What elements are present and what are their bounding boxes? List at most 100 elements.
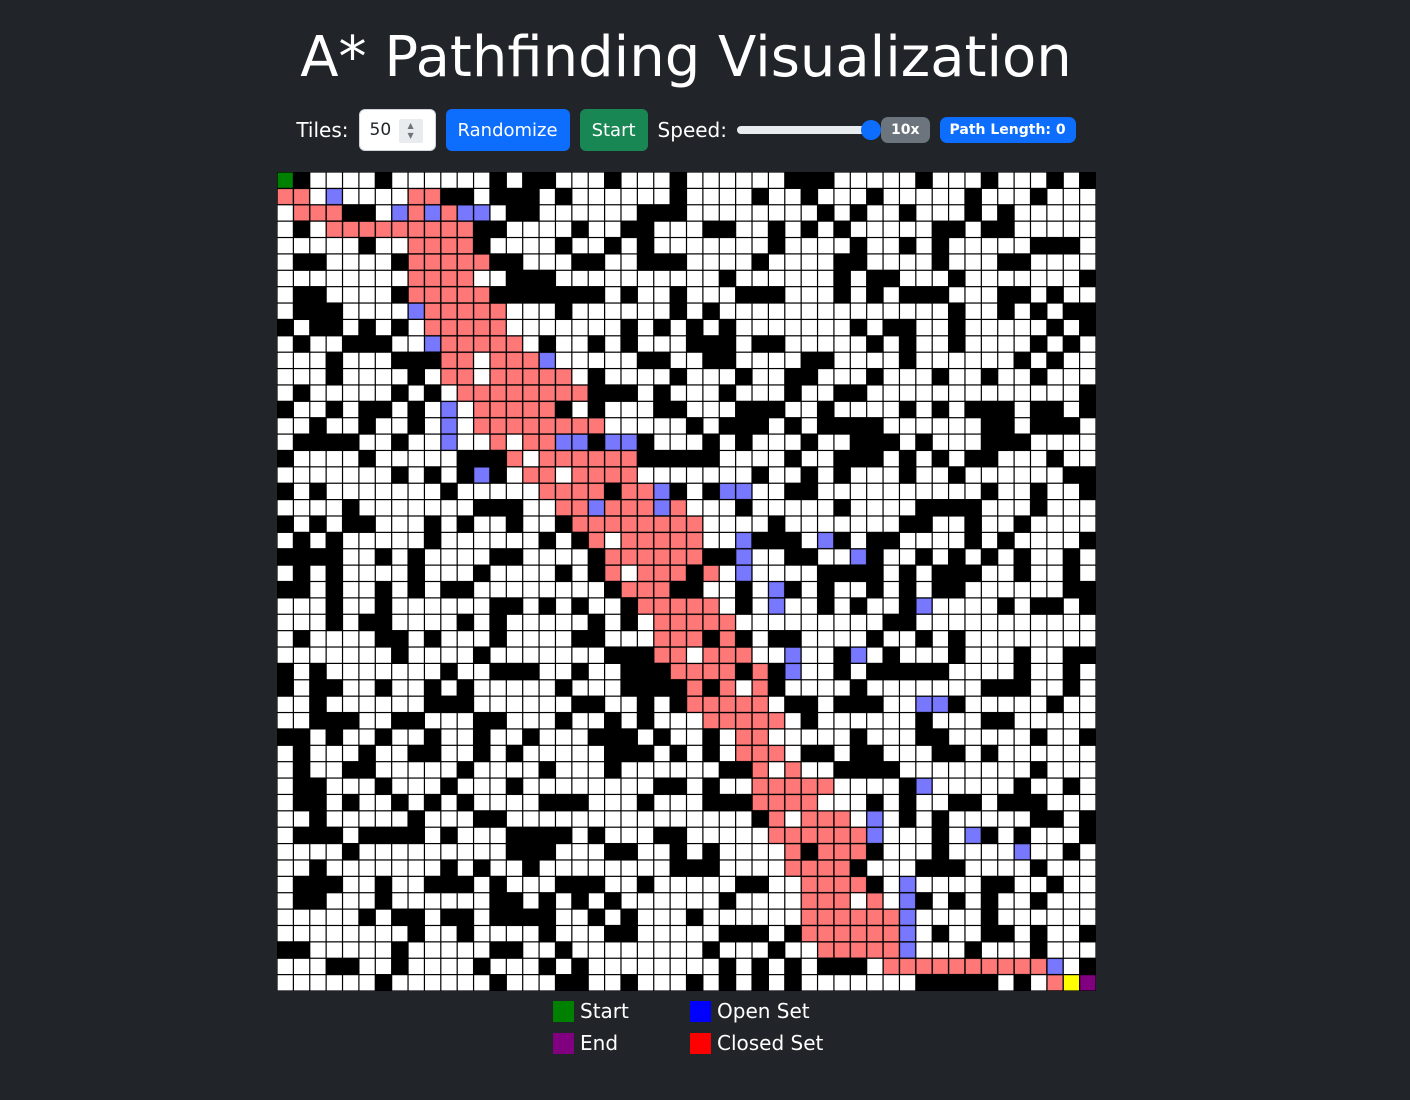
grid-cell-open[interactable] xyxy=(818,467,834,483)
grid-cell-open[interactable] xyxy=(850,795,867,811)
grid-cell-open[interactable] xyxy=(916,385,932,401)
grid-cell-open[interactable] xyxy=(408,483,424,499)
grid-cell-open[interactable] xyxy=(310,385,326,401)
grid-cell-closed[interactable] xyxy=(539,483,556,500)
grid-cell-open[interactable] xyxy=(719,172,736,188)
grid-cell-open[interactable] xyxy=(457,729,473,745)
grid-cell-open[interactable] xyxy=(900,385,916,401)
grid-cell-open[interactable] xyxy=(834,320,850,336)
grid-cell-open[interactable] xyxy=(998,909,1014,925)
grid-cell-open[interactable] xyxy=(1014,876,1030,893)
grid-cell-open[interactable] xyxy=(277,434,293,450)
grid-cell-open[interactable] xyxy=(867,614,883,631)
grid-cell-open[interactable] xyxy=(736,811,752,827)
grid-cell-open[interactable] xyxy=(883,811,899,827)
grid-cell-open[interactable] xyxy=(425,926,441,942)
grid-cell-open[interactable] xyxy=(1080,942,1096,958)
grid-cell-open[interactable] xyxy=(867,303,883,319)
grid-cell-open[interactable] xyxy=(883,844,899,860)
grid-cell-open[interactable] xyxy=(359,303,375,319)
grid-cell-open[interactable] xyxy=(343,860,359,876)
grid-cell-open[interactable] xyxy=(326,893,342,909)
grid-cell-open-set[interactable] xyxy=(735,549,752,565)
grid-cell-open[interactable] xyxy=(687,221,703,237)
grid-cell-open[interactable] xyxy=(621,254,637,270)
grid-cell-open[interactable] xyxy=(457,827,473,843)
grid-cell-open[interactable] xyxy=(949,352,965,368)
grid-cell-open[interactable] xyxy=(719,876,736,893)
grid-cell-open[interactable] xyxy=(932,598,948,614)
grid-cell-open[interactable] xyxy=(572,778,588,794)
grid-cell-open[interactable] xyxy=(1047,614,1063,631)
grid-cell-open[interactable] xyxy=(785,238,801,254)
grid-cell-closed[interactable] xyxy=(719,647,736,664)
grid-cell-open[interactable] xyxy=(736,238,752,254)
grid-cell-open[interactable] xyxy=(326,500,342,516)
grid-cell-closed[interactable] xyxy=(785,860,801,877)
grid-cell-open[interactable] xyxy=(441,926,457,942)
grid-cell-open[interactable] xyxy=(850,614,867,631)
grid-cell-open[interactable] xyxy=(981,598,998,614)
grid-cell-open[interactable] xyxy=(916,369,932,385)
grid-cell-open[interactable] xyxy=(670,893,686,909)
grid-cell-open[interactable] xyxy=(637,958,654,975)
grid-cell-open[interactable] xyxy=(687,778,703,794)
grid-cell-open[interactable] xyxy=(883,582,899,598)
grid-cell-open[interactable] xyxy=(1080,254,1096,270)
grid-cell-open[interactable] xyxy=(605,631,621,647)
grid-cell-open[interactable] xyxy=(719,860,736,876)
grid-cell-open[interactable] xyxy=(441,647,457,663)
grid-cell-open[interactable] xyxy=(326,909,342,925)
grid-cell-open[interactable] xyxy=(326,811,342,827)
grid-cell-open[interactable] xyxy=(277,221,293,237)
grid-cell-closed[interactable] xyxy=(916,958,932,975)
grid-cell-open-set[interactable] xyxy=(572,434,588,451)
grid-cell-open[interactable] xyxy=(965,614,981,631)
grid-cell-open[interactable] xyxy=(343,270,359,287)
grid-cell-open[interactable] xyxy=(981,320,998,336)
grid-cell-closed[interactable] xyxy=(834,942,851,958)
grid-cell-open[interactable] xyxy=(605,532,621,549)
grid-cell-open[interactable] xyxy=(687,795,703,811)
grid-cell-open[interactable] xyxy=(654,958,670,975)
grid-cell-open[interactable] xyxy=(1063,795,1080,811)
grid-cell-open[interactable] xyxy=(949,385,965,401)
grid-cell-open[interactable] xyxy=(670,221,686,237)
grid-cell-open[interactable] xyxy=(523,876,539,893)
grid-cell-open[interactable] xyxy=(1047,483,1063,499)
grid-cell-open[interactable] xyxy=(1014,631,1030,647)
grid-cell-open[interactable] xyxy=(392,762,408,778)
grid-cell-open[interactable] xyxy=(850,893,867,909)
grid-cell-open[interactable] xyxy=(998,844,1014,860)
grid-cell-open[interactable] xyxy=(425,614,441,631)
grid-cell-open[interactable] xyxy=(1080,680,1096,696)
grid-cell-closed[interactable] xyxy=(588,483,605,500)
grid-cell-closed[interactable] xyxy=(621,450,638,467)
grid-cell-open[interactable] xyxy=(687,385,703,401)
grid-cell-open-set[interactable] xyxy=(817,532,834,549)
grid-cell-open[interactable] xyxy=(1014,320,1030,336)
grid-cell-closed[interactable] xyxy=(899,958,916,975)
grid-cell-open[interactable] xyxy=(736,893,752,909)
grid-cell-open[interactable] xyxy=(736,320,752,336)
grid-cell-open[interactable] xyxy=(1063,876,1080,893)
grid-cell-open[interactable] xyxy=(457,860,473,876)
grid-cell-closed[interactable] xyxy=(457,286,474,303)
grid-cell-open[interactable] xyxy=(408,631,424,647)
grid-cell-open[interactable] xyxy=(605,303,621,319)
grid-cell-closed[interactable] xyxy=(785,794,801,811)
grid-cell-open[interactable] xyxy=(605,664,621,680)
grid-cell-closed[interactable] xyxy=(490,434,507,451)
grid-cell-open[interactable] xyxy=(392,860,408,876)
grid-cell-closed[interactable] xyxy=(834,909,851,926)
grid-cell-open[interactable] xyxy=(752,221,768,237)
start-button[interactable]: Start xyxy=(579,109,648,151)
grid-cell-open[interactable] xyxy=(588,844,604,860)
grid-cell-open[interactable] xyxy=(900,762,916,778)
grid-cell-closed[interactable] xyxy=(866,893,883,909)
grid-cell-open-set[interactable] xyxy=(785,663,801,680)
grid-cell-open[interactable] xyxy=(392,451,408,467)
grid-cell-open[interactable] xyxy=(392,582,408,598)
grid-cell-open[interactable] xyxy=(850,500,867,516)
grid-cell-open[interactable] xyxy=(408,500,424,516)
